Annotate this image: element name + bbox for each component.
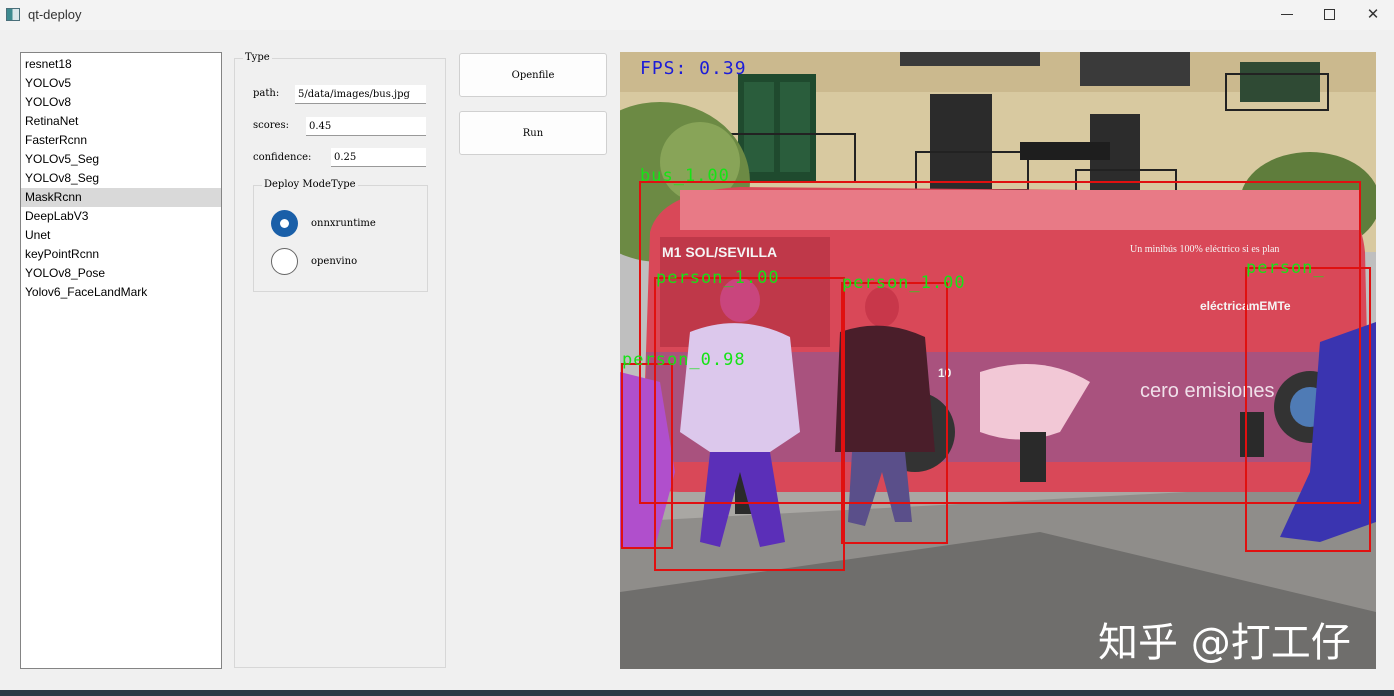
model-list-item[interactable]: Unet (21, 226, 221, 245)
model-list-item[interactable]: YOLOv8_Pose (21, 264, 221, 283)
model-list-item[interactable]: RetinaNet (21, 112, 221, 131)
detection-label-person-1: person_1.00 (656, 268, 780, 288)
result-image: M1 SOL/SEVILLA Un minibús 100% eléctrico… (620, 52, 1376, 669)
model-list-item[interactable]: FasterRcnn (21, 131, 221, 150)
window-title: qt-deploy (28, 7, 82, 22)
type-group: Type path: scores: confidence: Deploy Mo… (234, 52, 446, 668)
watermark: 知乎 @打工仔 (1098, 620, 1351, 666)
path-input[interactable] (295, 85, 426, 104)
model-list-item[interactable]: Yolov6_FaceLandMark (21, 283, 221, 302)
close-button[interactable]: ✕ (1350, 0, 1394, 30)
confidence-label: confidence: (253, 152, 312, 163)
close-icon: ✕ (1366, 6, 1380, 23)
model-list-item[interactable]: YOLOv8 (21, 93, 221, 112)
bus-side-text: cero emisiones (1140, 380, 1275, 402)
model-list-item[interactable]: MaskRcnn (21, 188, 221, 207)
model-list-item[interactable]: DeepLabV3 (21, 207, 221, 226)
bus-route-text: M1 SOL/SEVILLA (662, 244, 777, 260)
minimize-icon (1281, 14, 1293, 15)
model-list-item[interactable]: resnet18 (21, 55, 221, 74)
maximize-icon (1324, 9, 1335, 20)
scores-input[interactable] (306, 117, 426, 136)
model-list-item[interactable]: YOLOv5 (21, 74, 221, 93)
path-label: path: (253, 88, 280, 99)
radio-onnxruntime-label: onnxruntime (311, 218, 376, 229)
type-group-title: Type (243, 52, 272, 63)
detection-label-person-4: person_ (1246, 258, 1325, 278)
deploy-mode-title: Deploy ModeType (262, 179, 358, 190)
maximize-button[interactable] (1306, 0, 1352, 30)
detection-label-bus: bus_1.00 (640, 166, 730, 186)
deploy-mode-group: Deploy ModeType onnxruntime openvino (253, 179, 428, 292)
confidence-input[interactable] (331, 148, 426, 167)
model-list-item[interactable]: YOLOv8_Seg (21, 169, 221, 188)
title-bar: qt-deploy ✕ (0, 0, 1394, 30)
radio-openvino-label: openvino (311, 256, 358, 267)
detection-label-person-3: person_0.98 (622, 350, 746, 370)
app-icon (6, 8, 20, 21)
openfile-button[interactable]: Openfile (459, 53, 607, 97)
bus-slogan-text: Un minibús 100% eléctrico si es plan (1130, 244, 1279, 255)
fps-readout: FPS: 0.39 (640, 58, 747, 79)
detection-label-person-2: person_1.00 (842, 273, 966, 293)
minimize-button[interactable] (1264, 0, 1310, 30)
scores-label: scores: (253, 120, 289, 131)
run-button[interactable]: Run (459, 111, 607, 155)
background-strip (0, 690, 1394, 696)
model-list[interactable]: resnet18 YOLOv5 YOLOv8 RetinaNet FasterRcnn Y… (20, 52, 222, 669)
radio-checked-icon[interactable] (271, 210, 298, 237)
bus-number-text: 10 (938, 366, 952, 380)
model-list-item[interactable]: YOLOv5_Seg (21, 150, 221, 169)
radio-unchecked-icon[interactable] (271, 248, 298, 275)
model-list-item[interactable]: keyPointRcnn (21, 245, 221, 264)
